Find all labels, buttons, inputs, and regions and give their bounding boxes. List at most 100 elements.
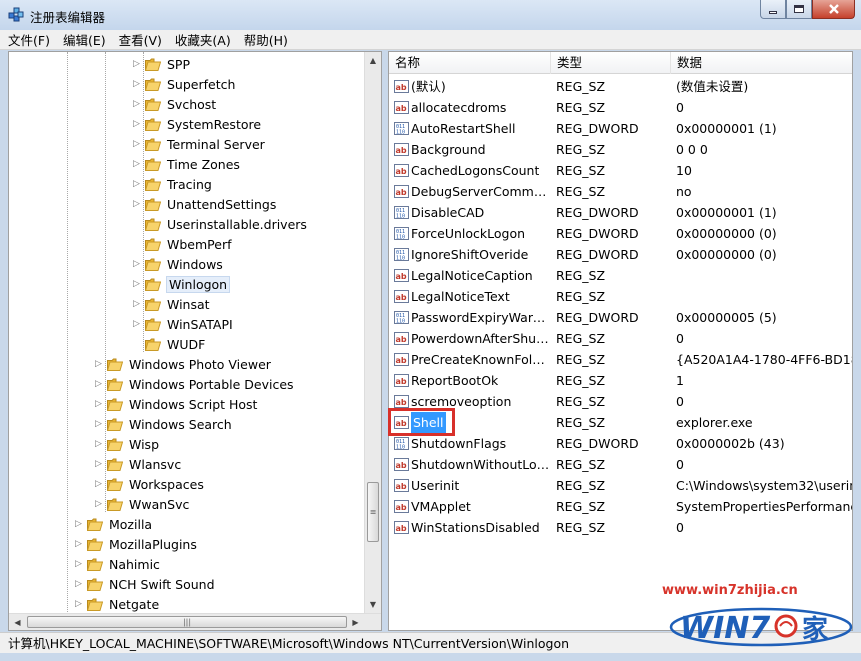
value-row[interactable]: 011 110 PasswordExpiryWarni... REG_DWORD 0x0… <box>389 307 852 328</box>
value-row[interactable]: 011 110 ShutdownFlags REG_DWORD 0x0000002b (… <box>389 433 852 454</box>
tree-item[interactable]: ▷ Superfetch <box>133 74 235 94</box>
scroll-thumb[interactable]: ≡ <box>367 482 379 542</box>
tree-item[interactable]: ▷ NCH Swift Sound <box>75 574 215 594</box>
tree-item[interactable]: ▷ Nahimic <box>75 554 160 574</box>
tree-item[interactable]: ▷ Windows <box>133 254 223 274</box>
expand-arrow-icon[interactable]: ▷ <box>95 399 105 409</box>
svg-text:110: 110 <box>396 445 405 451</box>
value-row[interactable]: ab (默认) REG_SZ (数值未设置) <box>389 76 852 97</box>
value-row[interactable]: ab scremoveoption REG_SZ 0 <box>389 391 852 412</box>
tree-item[interactable]: ▷ Windows Photo Viewer <box>95 354 271 374</box>
value-row[interactable]: ab allocatecdroms REG_SZ 0 <box>389 97 852 118</box>
tree-item[interactable]: ▷ Windows Portable Devices <box>95 374 294 394</box>
value-row[interactable]: ab WinStationsDisabled REG_SZ 0 <box>389 517 852 538</box>
value-data <box>676 265 852 286</box>
list-header: 名称 类型 数据 <box>389 52 852 74</box>
expand-arrow-icon[interactable]: ▷ <box>95 439 105 449</box>
scroll-right-icon[interactable]: ▶ <box>347 614 364 630</box>
expand-arrow-icon[interactable]: ▷ <box>75 559 85 569</box>
tree-item[interactable]: ▷ Svchost <box>133 94 216 114</box>
menu-view[interactable]: 查看(V) <box>119 30 162 49</box>
tree-item[interactable]: ▷ Winlogon <box>133 274 231 294</box>
value-data: 0 <box>676 331 684 346</box>
expand-arrow-icon[interactable]: ▷ <box>133 59 143 69</box>
value-row[interactable]: ab PowerdownAfterShut... REG_SZ 0 <box>389 328 852 349</box>
maximize-button[interactable] <box>786 0 812 19</box>
tree-item[interactable]: ▷ MozillaPlugins <box>75 534 197 554</box>
expand-arrow-icon[interactable]: ▷ <box>75 599 85 609</box>
expand-arrow-icon[interactable]: ▷ <box>95 479 105 489</box>
tree-horizontal-scrollbar[interactable]: ◀ ||| ▶ <box>9 613 381 630</box>
expand-arrow-icon[interactable]: ▷ <box>133 199 143 209</box>
expand-arrow-icon[interactable]: ▷ <box>133 299 143 309</box>
expand-arrow-icon[interactable]: ▷ <box>133 139 143 149</box>
scroll-left-icon[interactable]: ◀ <box>9 614 26 630</box>
tree-item[interactable]: ▷ WinSATAPI <box>133 314 233 334</box>
tree-item[interactable]: ▷ Time Zones <box>133 154 240 174</box>
expand-arrow-icon[interactable]: ▷ <box>95 499 105 509</box>
minimize-button[interactable] <box>760 0 786 19</box>
column-name-header[interactable]: 名称 <box>389 52 551 74</box>
tree-item[interactable]: ▷ WwanSvc <box>95 494 189 514</box>
expand-arrow-icon[interactable]: ▷ <box>95 419 105 429</box>
expand-arrow-icon[interactable]: ▷ <box>133 279 143 289</box>
value-row[interactable]: ab DebugServerCommand REG_SZ no <box>389 181 852 202</box>
value-row[interactable]: ab VMApplet REG_SZ SystemPropertiesPerforma… <box>389 496 852 517</box>
key-tree[interactable]: ▷ SPP ▷ Superfetch ▷ Svchost ▷ SystemRestore ▷ Te… <box>8 51 382 631</box>
value-row[interactable]: ab CachedLogonsCount REG_SZ 10 <box>389 160 852 181</box>
expand-arrow-icon[interactable]: ▷ <box>133 259 143 269</box>
tree-item[interactable]: ▷ Workspaces <box>95 474 204 494</box>
value-list[interactable]: 名称 类型 数据 ab (默认) REG_SZ (数值未设置) ab allocatecd… <box>388 51 853 631</box>
expand-arrow-icon[interactable]: ▷ <box>133 119 143 129</box>
tree-item[interactable]: ▷ Wlansvc <box>95 454 181 474</box>
tree-item[interactable]: ▷ UnattendSettings <box>133 194 276 214</box>
tree-item[interactable]: ▷ Winsat <box>133 294 210 314</box>
value-row[interactable]: 011 110 IgnoreShiftOveride REG_DWORD 0x00000… <box>389 244 852 265</box>
menu-edit[interactable]: 编辑(E) <box>63 30 106 49</box>
value-row[interactable]: 011 110 AutoRestartShell REG_DWORD 0x0000000… <box>389 118 852 139</box>
tree-item[interactable]: Userinstallable.drivers <box>133 214 307 234</box>
expand-arrow-icon[interactable]: ▷ <box>133 179 143 189</box>
tree-item[interactable]: ▷ Windows Script Host <box>95 394 257 414</box>
value-row[interactable]: ab ShutdownWithoutLog... REG_SZ 0 <box>389 454 852 475</box>
close-button[interactable] <box>812 0 855 19</box>
value-row[interactable]: ab PreCreateKnownFold... REG_SZ {A520A1A4-1… <box>389 349 852 370</box>
value-row[interactable]: 011 110 DisableCAD REG_DWORD 0x00000001 (1) <box>389 202 852 223</box>
menu-favorites[interactable]: 收藏夹(A) <box>175 30 231 49</box>
tree-item[interactable]: ▷ Netgate <box>75 594 159 614</box>
tree-item[interactable]: ▷ Tracing <box>133 174 212 194</box>
value-row[interactable]: ab ReportBootOk REG_SZ 1 <box>389 370 852 391</box>
expand-arrow-icon[interactable]: ▷ <box>95 379 105 389</box>
tree-item[interactable]: WbemPerf <box>133 234 231 254</box>
tree-item[interactable]: ▷ Terminal Server <box>133 134 265 154</box>
tree-vertical-scrollbar[interactable]: ▲ ≡ ▼ <box>364 52 381 613</box>
tree-item-label: Mozilla <box>109 516 153 532</box>
expand-arrow-icon[interactable]: ▷ <box>75 519 85 529</box>
menu-file[interactable]: 文件(F) <box>8 30 50 49</box>
expand-arrow-icon[interactable]: ▷ <box>133 319 143 329</box>
expand-arrow-icon[interactable]: ▷ <box>133 159 143 169</box>
tree-item[interactable]: ▷ SystemRestore <box>133 114 261 134</box>
tree-item-label: WbemPerf <box>167 236 232 252</box>
scroll-thumb[interactable]: ||| <box>27 616 347 628</box>
expand-arrow-icon[interactable]: ▷ <box>75 539 85 549</box>
expand-arrow-icon[interactable]: ▷ <box>95 359 105 369</box>
column-data-header[interactable]: 数据 <box>671 52 852 74</box>
menu-help[interactable]: 帮助(H) <box>244 30 288 49</box>
expand-arrow-icon[interactable]: ▷ <box>133 99 143 109</box>
tree-item[interactable]: ▷ SPP <box>133 54 190 74</box>
value-row[interactable]: ab LegalNoticeText REG_SZ <box>389 286 852 307</box>
value-row[interactable]: ab Background REG_SZ 0 0 0 <box>389 139 852 160</box>
expand-arrow-icon[interactable]: ▷ <box>95 459 105 469</box>
expand-arrow-icon[interactable]: ▷ <box>75 579 85 589</box>
expand-arrow-icon[interactable]: ▷ <box>133 79 143 89</box>
tree-item[interactable]: ▷ Windows Search <box>95 414 232 434</box>
value-row[interactable]: ab LegalNoticeCaption REG_SZ <box>389 265 852 286</box>
scroll-up-icon[interactable]: ▲ <box>365 52 381 69</box>
value-row[interactable]: ab Shell REG_SZ explorer.exe <box>389 412 852 433</box>
value-row[interactable]: ab Userinit REG_SZ C:\Windows\system32\user… <box>389 475 852 496</box>
column-type-header[interactable]: 类型 <box>551 52 671 74</box>
value-row[interactable]: 011 110 ForceUnlockLogon REG_DWORD 0x0000000… <box>389 223 852 244</box>
scroll-down-icon[interactable]: ▼ <box>365 596 381 613</box>
tree-item[interactable]: ▷ Mozilla <box>75 514 152 534</box>
